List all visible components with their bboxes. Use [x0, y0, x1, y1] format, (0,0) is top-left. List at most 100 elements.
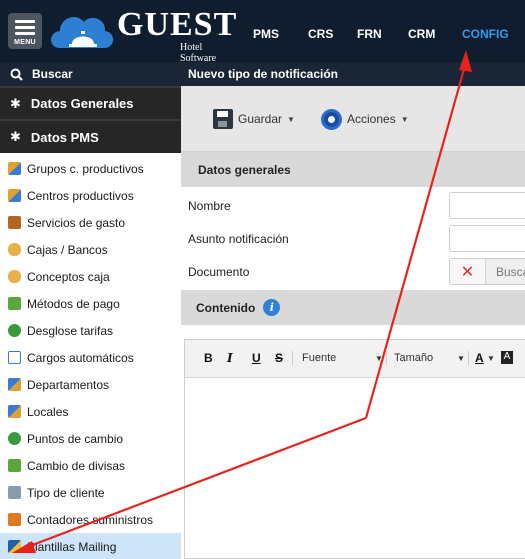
hamburger-icon-bar [15, 32, 35, 35]
sidebar-item-plantillas-mailing[interactable]: Plantillas Mailing [0, 533, 181, 559]
piggy-bank-icon [8, 270, 21, 283]
sidebar-item-puntos-cambio[interactable]: Puntos de cambio [0, 425, 181, 452]
italic-button[interactable]: I [227, 351, 233, 365]
clear-icon[interactable]: ✕ [450, 259, 486, 284]
hand-money-icon [8, 297, 21, 310]
toolbar: Guardar ▼ Acciones ▼ [181, 86, 525, 152]
sidebar-item-grupos-productivos[interactable]: Grupos c. productivos [0, 155, 181, 182]
documento-control: ✕ Busca [449, 258, 525, 285]
sidebar-search-label: Buscar [32, 67, 73, 81]
documento-search-input[interactable]: Busca [486, 259, 525, 284]
text-color-button[interactable]: A [475, 351, 484, 365]
chevron-down-icon: ▼ [457, 354, 465, 363]
mailing-template-icon [8, 540, 21, 553]
sidebar-item-label: Locales [27, 404, 69, 419]
toolbar-separator [468, 351, 469, 365]
sidebar-list: Grupos c. productivos Centros productivo… [0, 153, 181, 559]
sidebar-item-label: Cambio de divisas [27, 458, 126, 473]
top-bar: MENU GUEST Hotel Software PMS CRS FRN CR… [0, 0, 525, 64]
money-icon [8, 324, 21, 337]
nombre-input[interactable] [449, 192, 525, 219]
sidebar-item-cambio-divisas[interactable]: Cambio de divisas [0, 452, 181, 479]
chevron-down-icon: ▼ [487, 354, 495, 363]
sidebar-item-label: Desglose tarifas [27, 323, 114, 338]
sidebar-item-desglose-tarifas[interactable]: Desglose tarifas [0, 317, 181, 344]
sidebar-search[interactable]: Buscar [0, 62, 181, 86]
puzzle-icon [8, 189, 21, 202]
logo-subtitle: Hotel Software [180, 42, 217, 64]
section-datos-generales[interactable]: ✱ Datos Generales [0, 86, 181, 119]
chevron-down-icon: ▼ [375, 354, 383, 363]
money-icon [8, 432, 21, 445]
underline-button[interactable]: U [252, 351, 261, 365]
gear-icon: ✱ [10, 129, 21, 144]
strikethrough-button[interactable]: S [275, 351, 283, 365]
section-label: Datos Generales [30, 96, 134, 111]
actions-button-label: Acciones [347, 112, 396, 126]
field-row-documento: Documento ✕ Busca [181, 255, 525, 288]
section-label: Datos PMS [30, 129, 99, 145]
asunto-input[interactable] [449, 225, 525, 252]
sidebar-item-metodos-pago[interactable]: Métodos de pago [0, 290, 181, 317]
save-button[interactable]: Guardar ▼ [213, 107, 295, 131]
sidebar-item-label: Métodos de pago [27, 296, 120, 311]
actions-button[interactable]: Acciones ▼ [321, 107, 409, 131]
documento-label: Documento [188, 265, 250, 279]
sidebar: Buscar ✱ Datos Generales ✱ Datos PMS Gru… [0, 62, 181, 559]
sidebar-item-servicios-gasto[interactable]: Servicios de gasto [0, 209, 181, 236]
sidebar-item-departamentos[interactable]: Departamentos [0, 371, 181, 398]
field-row-nombre: Nombre [181, 189, 525, 222]
rich-text-editor[interactable]: B I U S Fuente ▼ Tamaño ▼ A ▼ A [184, 339, 525, 559]
client-card-icon [8, 486, 21, 499]
calendar-icon [8, 351, 21, 364]
sidebar-item-label: Conceptos caja [27, 269, 110, 284]
sidebar-item-label: Servicios de gasto [27, 215, 126, 230]
menu-button[interactable]: MENU [8, 13, 42, 49]
sidebar-item-conceptos-caja[interactable]: Conceptos caja [0, 263, 181, 290]
sidebar-item-label: Puntos de cambio [27, 431, 124, 446]
caret-down-icon: ▼ [287, 114, 295, 124]
bold-button[interactable]: B [204, 351, 213, 365]
background-color-icon[interactable]: A [501, 351, 513, 364]
size-select[interactable]: Tamaño [394, 352, 433, 364]
logo-word: GUEST [117, 6, 238, 43]
guest-logo[interactable]: GUEST Hotel Software [50, 6, 236, 64]
cloud-bell-logo-icon [51, 16, 114, 48]
editor-toolbar: B I U S Fuente ▼ Tamaño ▼ A ▼ A [185, 340, 525, 378]
nombre-label: Nombre [188, 199, 231, 213]
menu-label: MENU [14, 39, 36, 46]
puzzle-icon [8, 162, 21, 175]
sidebar-item-label: Contadores suministros [27, 512, 154, 527]
nav-config[interactable]: CONFIG [462, 27, 509, 41]
asunto-label: Asunto notificación [188, 232, 289, 246]
caret-down-icon: ▼ [400, 114, 409, 124]
main-panel: Nuevo tipo de notificación Guardar ▼ Acc… [181, 62, 525, 559]
sidebar-item-cajas-bancos[interactable]: Cajas / Bancos [0, 236, 181, 263]
font-select[interactable]: Fuente [302, 352, 336, 364]
sidebar-item-cargos-automaticos[interactable]: Cargos automáticos [0, 344, 181, 371]
building-icon [8, 378, 21, 391]
sidebar-item-contadores-suministros[interactable]: Contadores suministros [0, 506, 181, 533]
search-icon [10, 68, 23, 81]
save-button-label: Guardar [238, 112, 283, 126]
piggy-bank-icon [8, 243, 21, 256]
sidebar-item-label: Departamentos [27, 377, 110, 392]
nav-pms[interactable]: PMS [253, 27, 279, 41]
sidebar-item-centros-productivos[interactable]: Centros productivos [0, 182, 181, 209]
nav-crs[interactable]: CRS [308, 27, 333, 41]
section-contenido-header: Contenido i [181, 290, 525, 325]
sidebar-item-label: Plantillas Mailing [27, 539, 117, 554]
sidebar-item-locales[interactable]: Locales [0, 398, 181, 425]
info-icon[interactable]: i [263, 299, 281, 316]
gear-icon [321, 108, 342, 130]
nav-frn[interactable]: FRN [357, 27, 382, 41]
page-title: Nuevo tipo de notificación [181, 62, 525, 86]
section-datos-pms[interactable]: ✱ Datos PMS [0, 119, 181, 153]
toolbar-separator [292, 351, 293, 365]
field-row-asunto: Asunto notificación [181, 222, 525, 255]
floppy-disk-icon [213, 109, 233, 129]
gear-icon: ✱ [10, 95, 21, 111]
nav-crm[interactable]: CRM [408, 27, 435, 41]
sidebar-item-tipo-cliente[interactable]: Tipo de cliente [0, 479, 181, 506]
cabinet-icon [8, 216, 21, 229]
